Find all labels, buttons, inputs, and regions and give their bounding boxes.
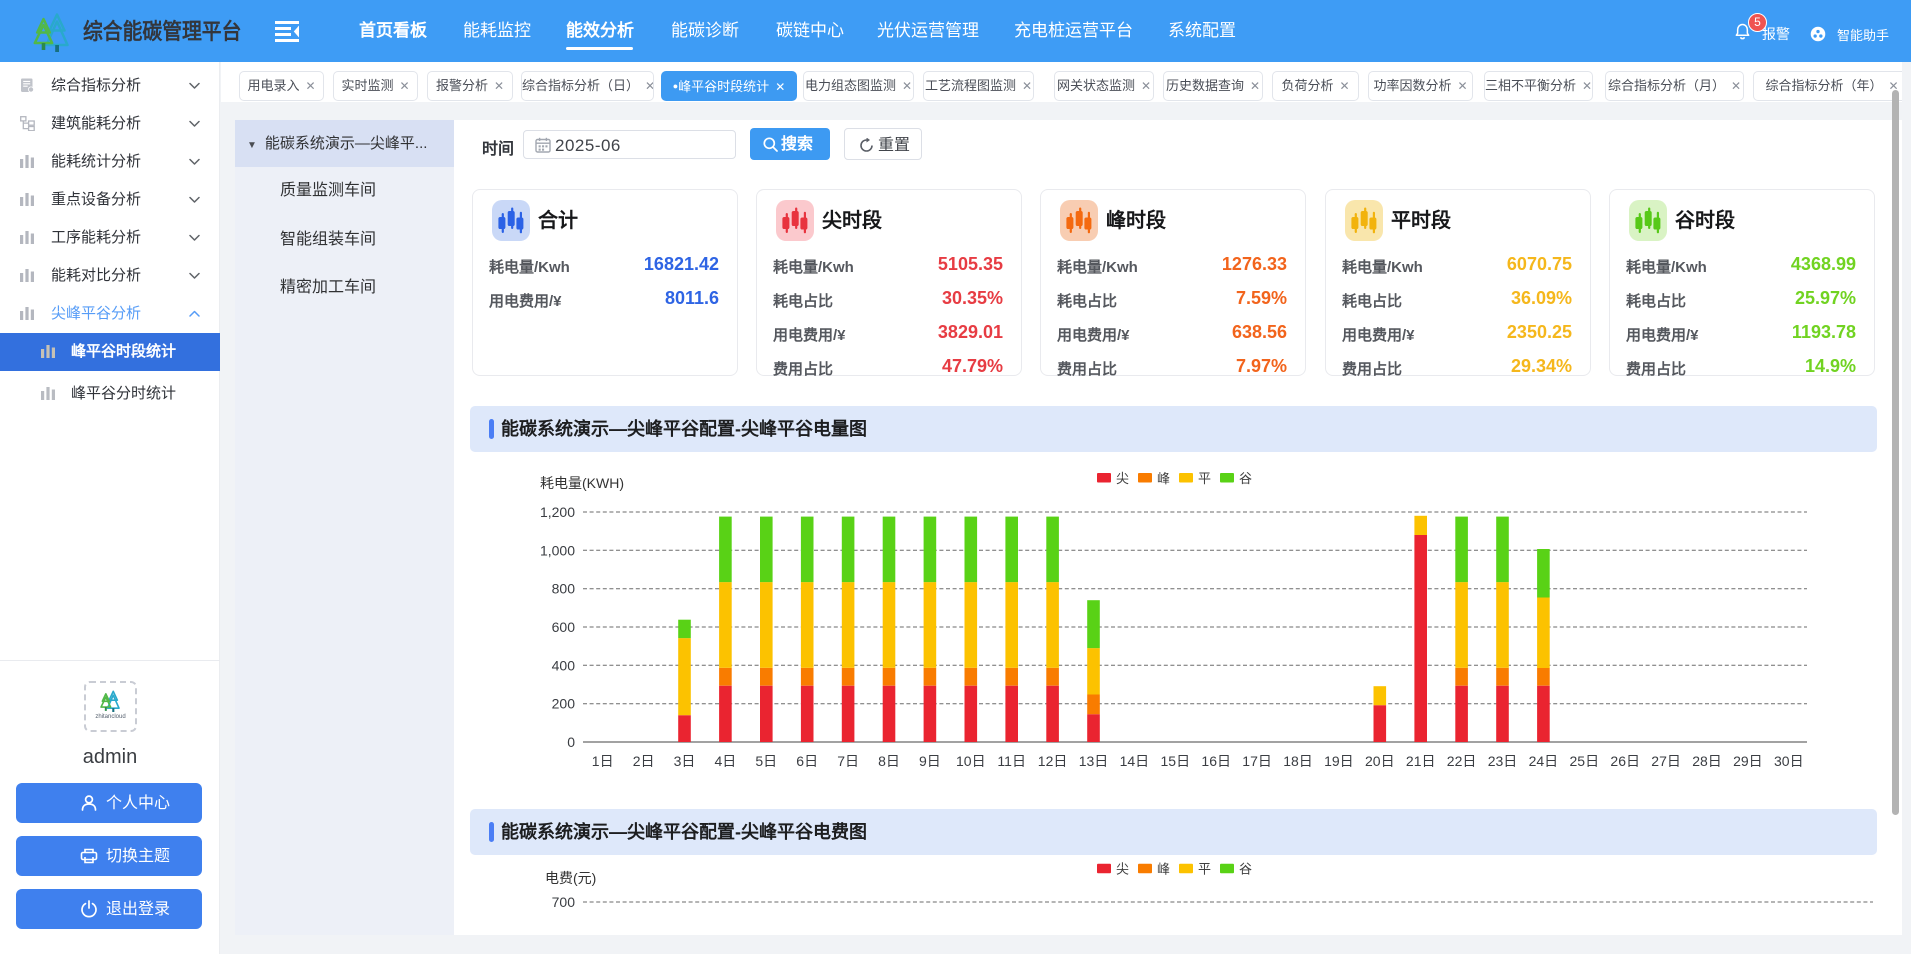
svg-text:尖: 尖 [1116, 471, 1129, 486]
svg-text:17日: 17日 [1242, 753, 1272, 769]
svg-text:14日: 14日 [1120, 753, 1150, 769]
svg-text:200: 200 [552, 696, 576, 712]
svg-text:700: 700 [552, 894, 576, 910]
svg-text:平: 平 [1198, 862, 1211, 877]
svg-text:11日: 11日 [997, 753, 1026, 769]
svg-text:22日: 22日 [1447, 753, 1477, 769]
svg-text:8日: 8日 [878, 753, 900, 769]
svg-text:19日: 19日 [1324, 753, 1354, 769]
svg-text:5日: 5日 [755, 753, 777, 769]
svg-text:21日: 21日 [1406, 753, 1436, 769]
svg-text:24日: 24日 [1529, 753, 1559, 769]
svg-text:15日: 15日 [1161, 753, 1191, 769]
svg-text:4日: 4日 [715, 753, 737, 769]
svg-text:1日: 1日 [592, 753, 614, 769]
svg-text:电费(元): 电费(元) [545, 870, 596, 886]
svg-text:1,200: 1,200 [540, 504, 575, 520]
svg-text:600: 600 [552, 619, 576, 635]
svg-text:6日: 6日 [796, 753, 818, 769]
svg-text:30日: 30日 [1774, 753, 1804, 769]
svg-text:峰: 峰 [1157, 862, 1170, 877]
svg-text:9日: 9日 [919, 753, 941, 769]
svg-text:峰: 峰 [1157, 471, 1170, 486]
svg-text:29日: 29日 [1733, 753, 1763, 769]
svg-text:7日: 7日 [837, 753, 859, 769]
svg-text:23日: 23日 [1488, 753, 1518, 769]
svg-text:13日: 13日 [1079, 753, 1109, 769]
svg-text:10日: 10日 [956, 753, 986, 769]
svg-text:800: 800 [552, 581, 576, 597]
svg-text:26日: 26日 [1610, 753, 1640, 769]
svg-text:400: 400 [552, 657, 576, 673]
svg-text:平: 平 [1198, 471, 1211, 486]
svg-text:3日: 3日 [674, 753, 696, 769]
svg-text:25日: 25日 [1570, 753, 1600, 769]
svg-text:28日: 28日 [1692, 753, 1722, 769]
svg-text:谷: 谷 [1239, 862, 1252, 877]
svg-text:27日: 27日 [1651, 753, 1681, 769]
svg-text:18日: 18日 [1283, 753, 1313, 769]
svg-text:谷: 谷 [1239, 471, 1252, 486]
svg-text:12日: 12日 [1038, 753, 1068, 769]
svg-text:耗电量(KWH): 耗电量(KWH) [540, 475, 624, 491]
svg-text:1,000: 1,000 [540, 542, 575, 558]
svg-text:20日: 20日 [1365, 753, 1395, 769]
svg-text:2日: 2日 [633, 753, 655, 769]
svg-text:尖: 尖 [1116, 862, 1129, 877]
svg-text:16日: 16日 [1201, 753, 1231, 769]
svg-text:0: 0 [567, 734, 575, 750]
